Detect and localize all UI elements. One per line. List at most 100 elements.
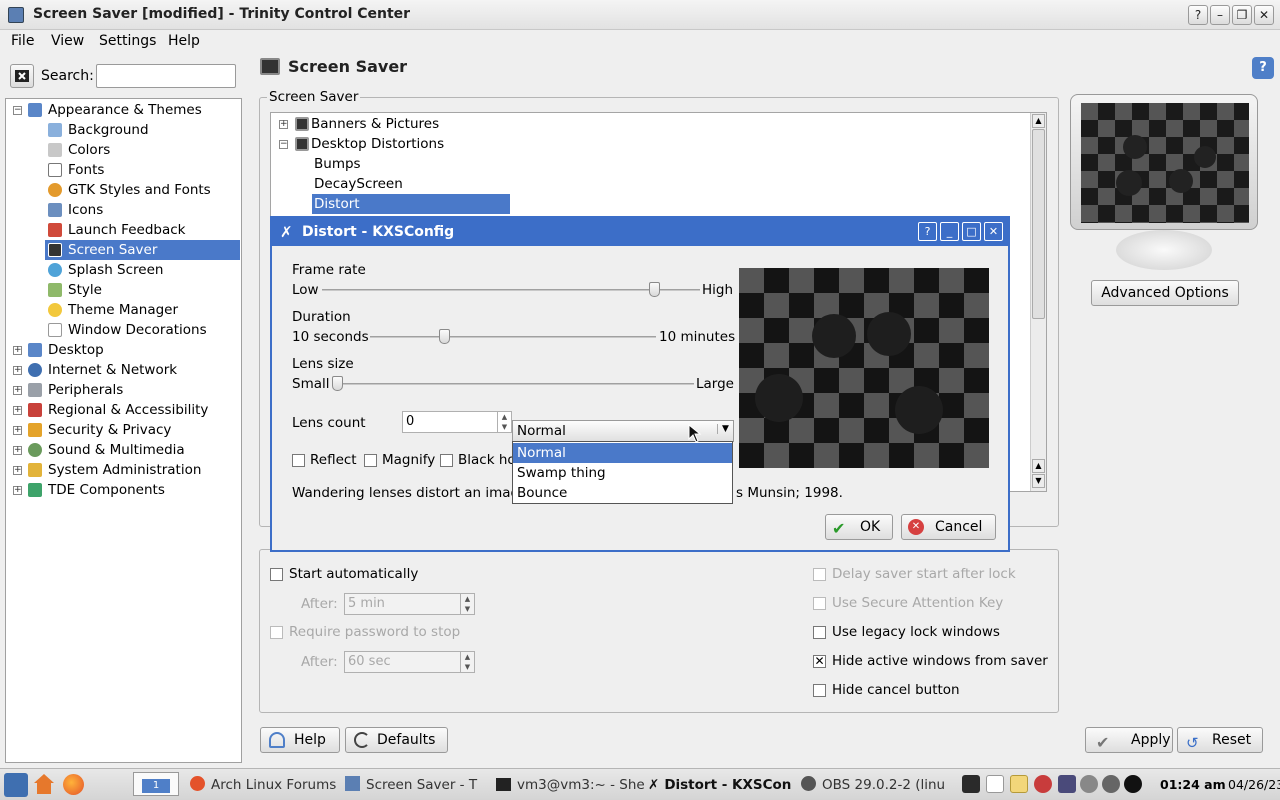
help-title-button[interactable]: ? (1188, 5, 1208, 25)
legacy-lock-checkbox[interactable] (813, 626, 826, 639)
tree-item-launch-feedback[interactable]: Launch Feedback (68, 220, 185, 240)
after2-spinbox[interactable]: 60 sec ▲ ▼ (344, 651, 475, 673)
spin-down-icon[interactable]: ▼ (460, 604, 474, 614)
saver-banners[interactable]: Banners & Pictures (311, 114, 439, 134)
module-tree[interactable]: − Appearance & Themes Background Colors … (5, 98, 242, 763)
clear-search-button[interactable] (10, 64, 34, 88)
dialog-close-button[interactable]: ✕ (984, 222, 1003, 241)
search-input[interactable] (96, 64, 236, 88)
tree-item-gtk[interactable]: GTK Styles and Fonts (68, 180, 211, 200)
dialog-minimize-button[interactable]: _ (940, 222, 959, 241)
settings-tray-icon[interactable] (1102, 775, 1120, 793)
tree-item-icons[interactable]: Icons (68, 200, 103, 220)
hide-active-checkbox[interactable]: ✕ (813, 655, 826, 668)
duration-knob[interactable] (439, 329, 450, 344)
task-screen-saver[interactable]: Screen Saver - T (345, 773, 477, 797)
expand-tde-icon[interactable]: + (13, 486, 22, 495)
menu-file[interactable]: File (11, 33, 34, 49)
expand-banners-icon[interactable]: + (279, 120, 288, 129)
whats-this-button[interactable]: ? (1252, 57, 1274, 79)
expand-sysadmin-icon[interactable]: + (13, 466, 22, 475)
tree-item-colors[interactable]: Colors (68, 140, 110, 160)
collapse-appearance-icon[interactable]: − (13, 106, 22, 115)
saver-decayscreen[interactable]: DecayScreen (314, 174, 403, 194)
lens-size-knob[interactable] (332, 376, 343, 391)
clipboard-icon[interactable] (986, 775, 1004, 793)
require-password-checkbox[interactable] (270, 626, 283, 639)
ok-button[interactable]: ✔ OK (825, 514, 893, 540)
menu-settings[interactable]: Settings (99, 33, 156, 49)
tree-item-appearance[interactable]: Appearance & Themes (48, 100, 202, 120)
window-titlebar[interactable]: Screen Saver [modified] - Trinity Contro… (0, 0, 1280, 30)
dialog-titlebar[interactable]: ✗ Distort - KXSConfig ? _ □ ✕ (272, 218, 1008, 246)
help-button[interactable]: Help (260, 727, 340, 753)
saver-desktop-distortions[interactable]: Desktop Distortions (311, 134, 444, 154)
scroll-thumb[interactable] (1032, 129, 1045, 319)
tree-item-sysadmin[interactable]: System Administration (48, 460, 201, 480)
system-monitor-icon[interactable] (962, 775, 980, 793)
firefox-icon[interactable] (63, 774, 84, 795)
magnify-checkbox[interactable] (364, 454, 377, 467)
lens-count-down-icon[interactable]: ▼ (497, 422, 511, 432)
tree-item-fonts[interactable]: Fonts (68, 160, 104, 180)
tree-item-peripherals[interactable]: Peripherals (48, 380, 123, 400)
reset-button[interactable]: ↺ Reset (1177, 727, 1263, 753)
apply-button[interactable]: ✔ Apply (1085, 727, 1173, 753)
scroll-down-icon-1[interactable]: ▲ (1032, 459, 1045, 473)
desktop-pager[interactable]: 1 (133, 772, 179, 796)
task-obs[interactable]: OBS 29.0.2-2 (linu (801, 773, 945, 797)
advanced-options-button[interactable]: Advanced Options (1091, 280, 1239, 306)
home-icon[interactable] (34, 774, 54, 794)
tree-item-internet[interactable]: Internet & Network (48, 360, 177, 380)
maximize-button[interactable]: ❐ (1232, 5, 1252, 25)
cancel-button[interactable]: ✕ Cancel (901, 514, 996, 540)
expand-sound-icon[interactable]: + (13, 446, 22, 455)
expand-internet-icon[interactable]: + (13, 366, 22, 375)
start-auto-checkbox[interactable] (270, 568, 283, 581)
mode-dropdown-list[interactable]: Normal Swamp thing Bounce (512, 441, 733, 504)
menu-help[interactable]: Help (168, 33, 200, 49)
tree-item-screen-saver[interactable]: Screen Saver (68, 240, 157, 260)
spin-up-icon[interactable]: ▲ (460, 594, 474, 604)
tree-item-window-decorations[interactable]: Window Decorations (68, 320, 207, 340)
expand-peripherals-icon[interactable]: + (13, 386, 22, 395)
tree-item-regional[interactable]: Regional & Accessibility (48, 400, 208, 420)
scroll-down-icon[interactable]: ▼ (1032, 474, 1045, 488)
mode-option-swamp[interactable]: Swamp thing (513, 463, 732, 483)
lens-size-slider[interactable] (332, 376, 694, 391)
secure-key-checkbox[interactable] (813, 597, 826, 610)
delay-lock-checkbox[interactable] (813, 568, 826, 581)
expand-regional-icon[interactable]: + (13, 406, 22, 415)
lens-count-spinbox[interactable]: 0 ▲ ▼ (402, 411, 512, 433)
saver-bumps[interactable]: Bumps (314, 154, 361, 174)
tree-item-style[interactable]: Style (68, 280, 102, 300)
after1-spinbox[interactable]: 5 min ▲ ▼ (344, 593, 475, 615)
tree-item-theme-manager[interactable]: Theme Manager (68, 300, 178, 320)
hide-cancel-checkbox[interactable] (813, 684, 826, 697)
dialog-help-button[interactable]: ? (918, 222, 937, 241)
task-arch-forums[interactable]: Arch Linux Forums (190, 773, 336, 797)
tree-item-sound[interactable]: Sound & Multimedia (48, 440, 185, 460)
tree-item-splash[interactable]: Splash Screen (68, 260, 163, 280)
tree-item-tde[interactable]: TDE Components (48, 480, 165, 500)
tree-item-background[interactable]: Background (68, 120, 149, 140)
blackhole-checkbox[interactable] (440, 454, 453, 467)
spin-down-icon-2[interactable]: ▼ (460, 662, 474, 672)
collapse-distortions-icon[interactable]: − (279, 140, 288, 149)
scroll-up-icon[interactable]: ▲ (1032, 114, 1045, 128)
lens-count-up-icon[interactable]: ▲ (497, 412, 511, 422)
display-icon[interactable] (1058, 775, 1076, 793)
minimize-button[interactable]: – (1210, 5, 1230, 25)
menu-view[interactable]: View (51, 33, 84, 49)
start-menu-icon[interactable] (4, 773, 28, 797)
task-terminal[interactable]: vm3@vm3:~ - She (496, 773, 645, 797)
tree-item-desktop[interactable]: Desktop (48, 340, 104, 360)
keyboard-layout-icon[interactable] (1010, 775, 1028, 793)
dialog-maximize-button[interactable]: □ (962, 222, 981, 241)
volume-icon[interactable] (1080, 775, 1098, 793)
task-distort[interactable]: ✗ Distort - KXSCon (648, 773, 791, 797)
network-icon[interactable] (1034, 775, 1052, 793)
frame-rate-slider[interactable] (322, 282, 700, 297)
mode-option-bounce[interactable]: Bounce (513, 483, 732, 503)
duration-slider[interactable] (370, 329, 656, 344)
